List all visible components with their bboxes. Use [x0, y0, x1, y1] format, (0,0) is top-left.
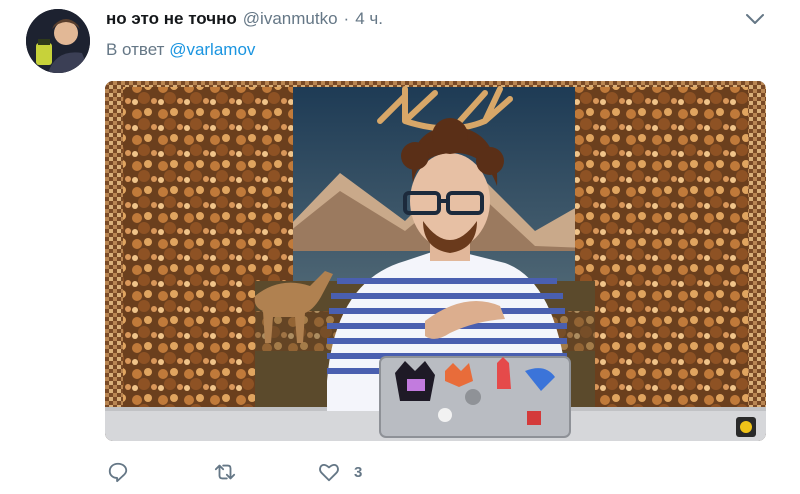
- retweet-icon: [214, 464, 236, 480]
- tweet: но это не точно @ivanmutko · 4 ч. В отве…: [0, 0, 800, 494]
- avatar[interactable]: [26, 9, 90, 73]
- like-button[interactable]: 3: [318, 458, 362, 486]
- display-name[interactable]: но это не точно: [106, 9, 237, 29]
- timestamp[interactable]: 4 ч.: [355, 9, 383, 29]
- reply-mention-link[interactable]: @varlamov: [169, 40, 255, 59]
- tweet-media[interactable]: [105, 81, 766, 441]
- avatar-image: [26, 9, 90, 73]
- reply-button[interactable]: [107, 458, 129, 486]
- separator-dot: ·: [343, 9, 350, 28]
- tweet-actions: 3: [107, 458, 507, 486]
- user-handle[interactable]: @ivanmutko: [243, 9, 338, 29]
- like-count: 3: [354, 463, 363, 481]
- like-icon: [319, 463, 339, 482]
- reply-context: В ответ @varlamov: [106, 40, 255, 60]
- media-image: [105, 81, 766, 441]
- reply-icon: [108, 462, 128, 483]
- retweet-button[interactable]: [214, 458, 236, 486]
- reply-prefix: В ответ: [106, 40, 165, 59]
- chevron-down-icon[interactable]: [744, 10, 766, 28]
- tweet-header: но это не точно @ivanmutko · 4 ч.: [106, 9, 383, 31]
